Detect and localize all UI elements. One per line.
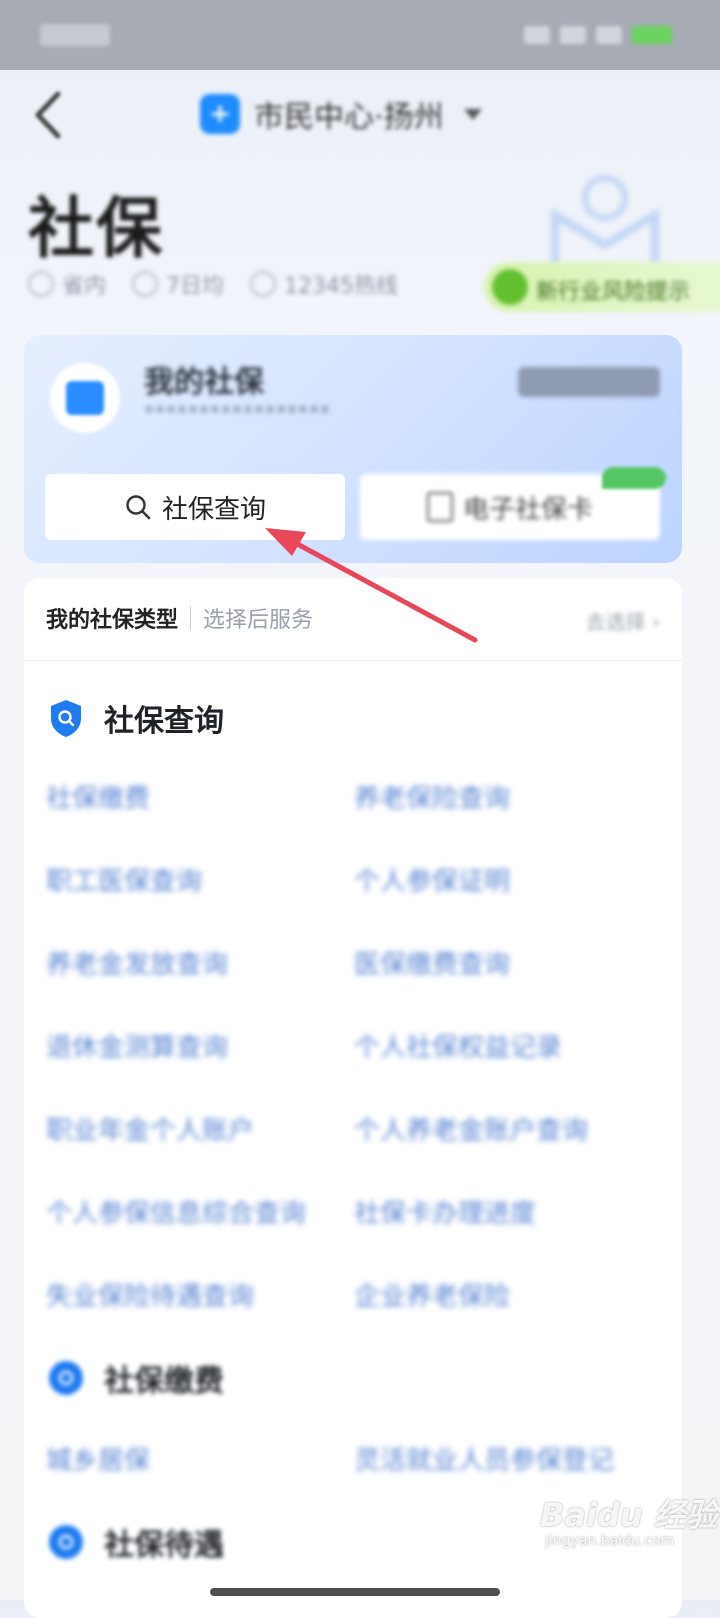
divider	[24, 660, 682, 661]
category-title: 社保缴费	[104, 1364, 224, 1399]
service-item[interactable]: 社保缴费	[46, 778, 150, 815]
category-header-query: 社保查询	[48, 696, 224, 740]
back-chevron-icon[interactable]	[30, 88, 66, 142]
status-time	[40, 24, 110, 46]
service-item[interactable]: 养老金发放查询	[46, 944, 228, 981]
meta-item: 省内	[28, 268, 106, 300]
service-name: 市民中心·扬州	[254, 100, 444, 135]
type-title: 我的社保类型	[46, 608, 179, 633]
card-name: 我的社保	[144, 365, 264, 400]
social-security-type-row[interactable]: 我的社保类型 选择后服务	[46, 602, 313, 634]
battery-icon	[632, 26, 672, 44]
service-item[interactable]: 城乡居保	[46, 1440, 150, 1477]
signal-icon	[524, 26, 550, 44]
shield-search-icon	[51, 700, 81, 737]
card-tag[interactable]	[518, 367, 660, 397]
service-item[interactable]: 医保缴费查询	[354, 944, 510, 981]
service-item[interactable]: 个人养老金账户查询	[354, 1110, 588, 1147]
service-item[interactable]: 退休金测算查询	[46, 1027, 228, 1064]
divider	[190, 606, 192, 630]
home-indicator	[210, 1588, 500, 1596]
baidu-watermark-url: jingyan.baidu.com	[545, 1533, 675, 1549]
hero-illustration	[551, 175, 659, 265]
meta-item: 7日均	[132, 268, 224, 300]
info-icon	[132, 271, 159, 297]
status-bar	[0, 0, 720, 70]
shield-payment-icon	[49, 1361, 83, 1395]
meta-row: 省内 7日均 12345热线	[28, 268, 398, 300]
phone-icon	[250, 271, 277, 297]
new-badge	[602, 467, 666, 489]
service-item[interactable]: 失业保险待遇查询	[46, 1276, 254, 1313]
category-header-benefits: 社保待遇	[48, 1520, 224, 1564]
social-security-query-button[interactable]: 社保查询	[45, 474, 345, 540]
service-item[interactable]: 灵活就业人员参保登记	[354, 1440, 614, 1477]
service-selector[interactable]: + 市民中心·扬州	[200, 90, 482, 138]
promo-icon	[492, 269, 528, 305]
meta-item: 12345热线	[250, 268, 398, 300]
status-icons	[524, 26, 672, 44]
network-icon	[596, 26, 622, 44]
shield-benefits-icon	[49, 1525, 83, 1559]
page-title: 社保	[28, 190, 164, 267]
category-header-payment: 社保缴费	[48, 1356, 224, 1400]
promo-pill[interactable]: 新行业风险提示	[484, 262, 720, 312]
query-button-label: 社保查询	[161, 494, 266, 525]
service-item[interactable]: 职业年金个人账户	[46, 1110, 254, 1147]
wifi-icon	[560, 26, 586, 44]
services-panel: 我的社保类型 选择后服务 去选择 › 社保查询 社保缴费 养老保险查询职工医保查询…	[24, 578, 682, 1618]
choose-type-link[interactable]: 去选择 ›	[586, 606, 660, 635]
service-item[interactable]: 职工医保查询	[46, 861, 202, 898]
wallet-icon	[50, 363, 120, 433]
ecard-button-label: 电子社保卡	[462, 494, 593, 525]
service-item[interactable]: 个人社保权益记录	[354, 1027, 562, 1064]
clock-icon	[28, 271, 54, 297]
service-item[interactable]: 企业养老保险	[354, 1276, 510, 1313]
type-hint: 选择后服务	[203, 608, 314, 633]
nav-bar: + 市民中心·扬州	[0, 70, 720, 160]
card-icon	[426, 492, 453, 522]
baidu-watermark: Baidu 经验	[540, 1496, 718, 1534]
caret-down-icon	[463, 108, 482, 120]
card-id: *****************	[144, 401, 331, 425]
service-item[interactable]: 个人参保证明	[354, 861, 510, 898]
service-item[interactable]: 个人参保信息综合查询	[46, 1193, 306, 1230]
promo-text: 新行业风险提示	[536, 280, 691, 305]
service-item[interactable]: 养老保险查询	[354, 778, 510, 815]
service-logo-icon: +	[200, 94, 240, 134]
category-title: 社保待遇	[104, 1528, 224, 1563]
service-item[interactable]: 社保卡办理进度	[354, 1193, 536, 1230]
search-icon	[126, 495, 151, 520]
category-title: 社保查询	[104, 704, 224, 739]
